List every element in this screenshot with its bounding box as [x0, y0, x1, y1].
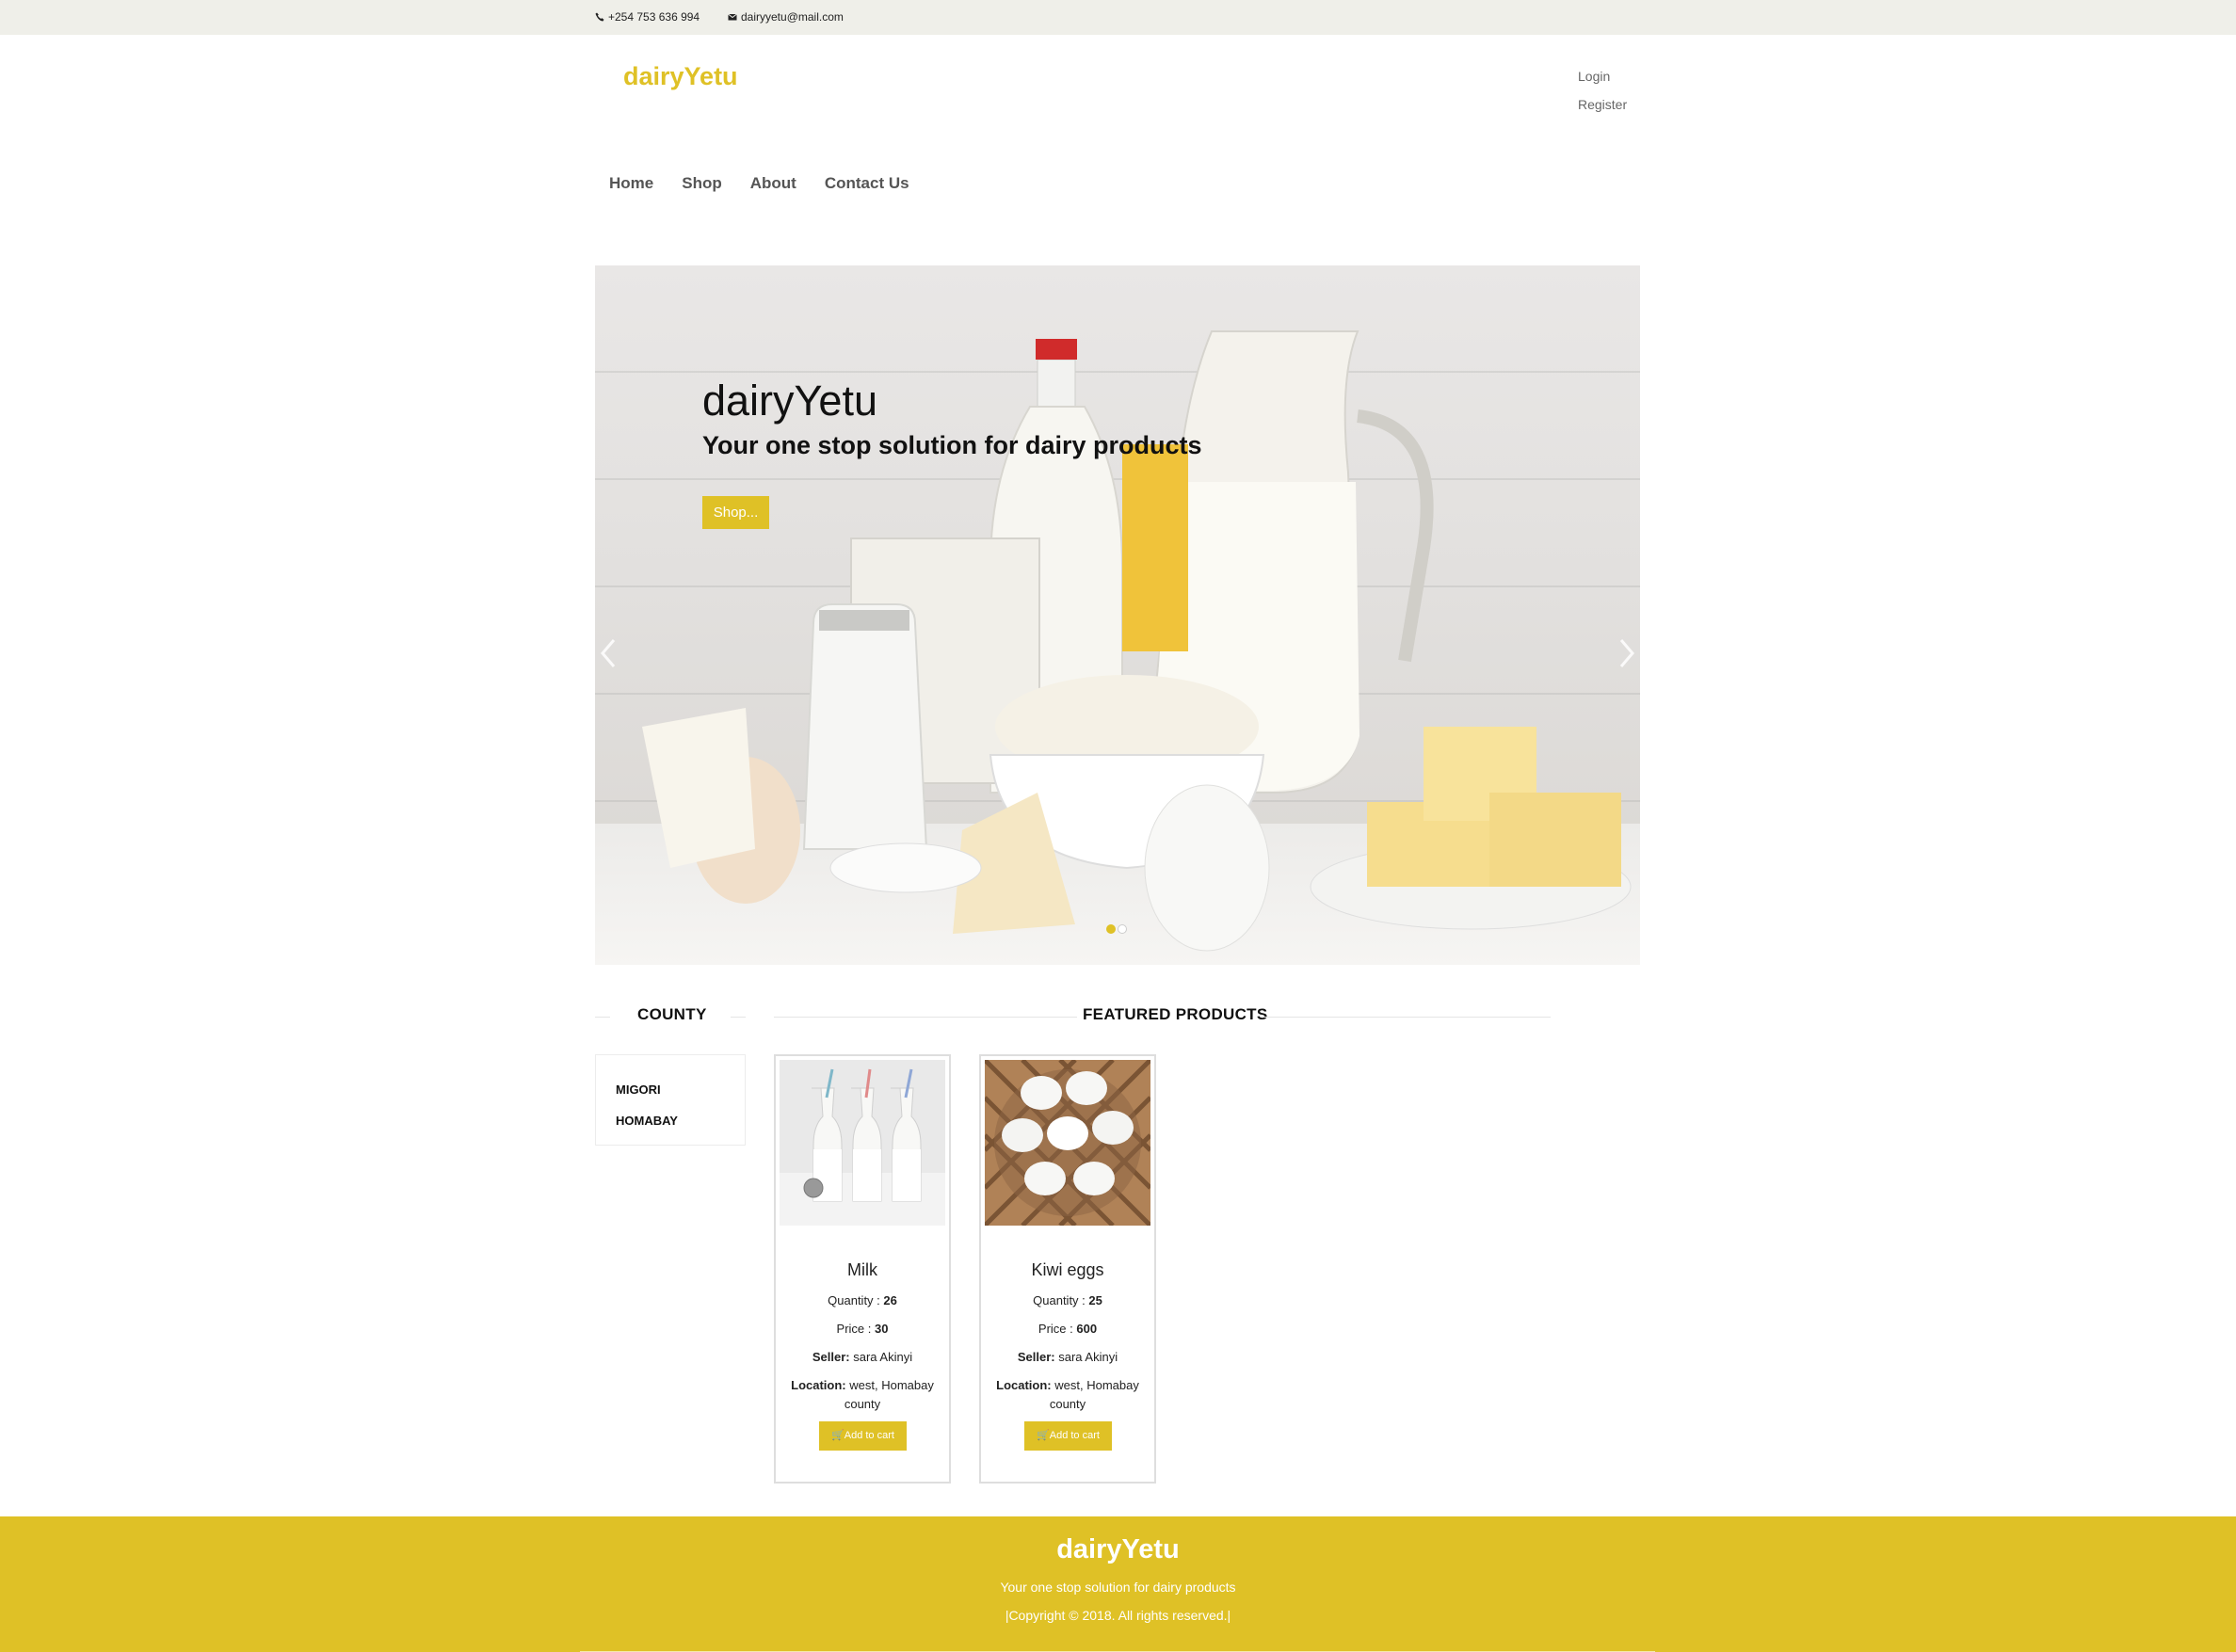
carousel-dot-1[interactable]: [1106, 924, 1116, 934]
product-quantity: Quantity : 25: [981, 1293, 1154, 1307]
location-label: Location:: [996, 1378, 1052, 1392]
cart-icon: 🛒: [1037, 1430, 1050, 1441]
hero-carousel: dairyYetu Your one stop solution for dai…: [595, 265, 1640, 965]
quantity-label: Quantity :: [828, 1293, 884, 1307]
quantity-value: 26: [883, 1293, 897, 1307]
register-link[interactable]: Register: [1578, 90, 1627, 119]
phone-number: +254 753 636 994: [608, 10, 700, 24]
county-heading: COUNTY: [637, 1005, 707, 1023]
price-value: 30: [875, 1322, 889, 1336]
add-to-cart-button[interactable]: 🛒Add to cart: [819, 1421, 907, 1451]
county-divider-left: [595, 1017, 610, 1018]
shop-button[interactable]: Shop...: [702, 496, 769, 529]
cart-icon: 🛒: [831, 1430, 845, 1441]
featured-divider-right: [1264, 1017, 1551, 1018]
hero-title: dairyYetu: [702, 377, 877, 425]
product-seller: Seller: sara Akinyi: [776, 1350, 949, 1364]
footer-subtitle: Your one stop solution for dairy product…: [1000, 1580, 1236, 1595]
location-label: Location:: [791, 1378, 846, 1392]
product-location: Location: west, Homabay: [776, 1378, 949, 1392]
product-card-kiwi-eggs: Kiwi eggs Quantity : 25 Price : 600 Sell…: [979, 1054, 1156, 1484]
price-value: 600: [1076, 1322, 1098, 1336]
county-item-migori[interactable]: MIGORI: [616, 1074, 745, 1105]
milk-bottles-image: [780, 1060, 945, 1226]
nav-shop[interactable]: Shop: [668, 174, 736, 193]
auth-links: Login Register: [1578, 62, 1627, 119]
product-card-milk: Milk Quantity : 26 Price : 30 Seller: sa…: [774, 1054, 951, 1484]
carousel-indicators: [1106, 924, 1127, 934]
seller-value: sara Akinyi: [1054, 1350, 1118, 1364]
product-location-line2: county: [844, 1397, 881, 1411]
envelope-icon: [728, 13, 737, 21]
product-location-line2: county: [1049, 1397, 1086, 1411]
add-to-cart-label: Add to cart: [844, 1430, 894, 1441]
county-item-homabay[interactable]: HOMABAY: [616, 1105, 745, 1136]
product-price: Price : 30: [776, 1322, 949, 1336]
nav-home[interactable]: Home: [595, 174, 668, 193]
site-footer: dairyYetu Your one stop solution for dai…: [0, 1516, 2236, 1652]
location-value: west, Homabay: [1051, 1378, 1139, 1392]
price-label: Price :: [836, 1322, 875, 1336]
top-contact-bar: +254 753 636 994 dairyyetu@mail.com: [0, 0, 2236, 35]
county-list: MIGORI HOMABAY: [595, 1054, 746, 1146]
featured-divider-left: [774, 1017, 1077, 1018]
product-quantity: Quantity : 26: [776, 1293, 949, 1307]
add-to-cart-button[interactable]: 🛒Add to cart: [1024, 1421, 1112, 1451]
site-logo[interactable]: dairyYetu: [623, 62, 738, 91]
product-location: Location: west, Homabay: [981, 1378, 1154, 1392]
add-to-cart-label: Add to cart: [1049, 1430, 1100, 1441]
seller-label: Seller:: [1017, 1350, 1055, 1364]
email-address[interactable]: dairyyetu@mail.com: [741, 10, 844, 24]
nav-about[interactable]: About: [736, 174, 811, 193]
eggs-basket-image: [985, 1060, 1150, 1226]
product-seller: Seller: sara Akinyi: [981, 1350, 1154, 1364]
nav-contact-us[interactable]: Contact Us: [811, 174, 924, 193]
product-name[interactable]: Milk: [776, 1260, 949, 1280]
footer-copyright: |Copyright © 2018. All rights reserved.|: [1005, 1608, 1231, 1623]
county-divider-right: [731, 1017, 746, 1018]
product-price: Price : 600: [981, 1322, 1154, 1336]
seller-value: sara Akinyi: [849, 1350, 913, 1364]
quantity-value: 25: [1088, 1293, 1102, 1307]
hero-subtitle: Your one stop solution for dairy product…: [702, 431, 1202, 459]
product-name[interactable]: Kiwi eggs: [981, 1260, 1154, 1280]
dairy-products-image: [642, 330, 1632, 952]
email-contact: dairyyetu@mail.com: [728, 10, 844, 24]
chevron-left-icon[interactable]: [597, 634, 619, 672]
phone-contact: +254 753 636 994: [595, 10, 700, 24]
phone-icon: [595, 12, 604, 22]
chevron-right-icon[interactable]: [1616, 634, 1638, 672]
carousel-dot-2[interactable]: [1118, 924, 1127, 934]
quantity-label: Quantity :: [1033, 1293, 1089, 1307]
main-nav: Home Shop About Contact Us: [595, 174, 924, 193]
seller-label: Seller:: [812, 1350, 850, 1364]
footer-title: dairyYetu: [1056, 1534, 1180, 1564]
featured-heading: FEATURED PRODUCTS: [1083, 1005, 1268, 1023]
price-label: Price :: [1038, 1322, 1077, 1336]
location-value: west, Homabay: [845, 1378, 934, 1392]
login-link[interactable]: Login: [1578, 62, 1627, 90]
